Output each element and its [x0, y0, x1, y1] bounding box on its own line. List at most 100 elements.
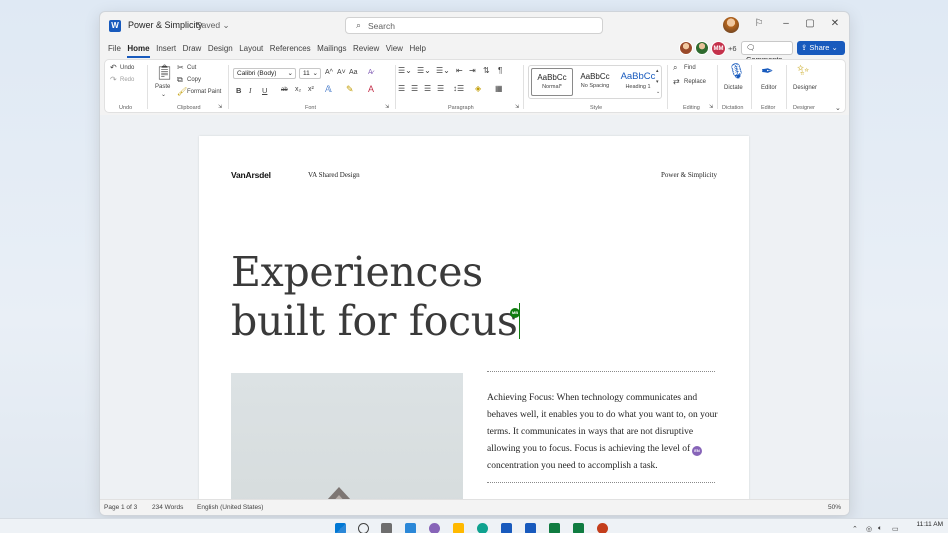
excel-taskbar-icon-2[interactable]: [573, 523, 584, 533]
tab-design[interactable]: Design: [208, 44, 233, 58]
find-button[interactable]: Find: [684, 65, 696, 71]
word-count[interactable]: 234 Words: [152, 504, 183, 511]
bullets-icon[interactable]: ☰⌄: [398, 66, 412, 75]
show-marks-icon[interactable]: ¶: [498, 66, 502, 75]
task-view-icon[interactable]: [381, 523, 392, 533]
share-button[interactable]: ⇪ Share ⌄: [797, 41, 845, 55]
tab-draw[interactable]: Draw: [183, 44, 202, 58]
collapse-ribbon-icon[interactable]: ⌄: [835, 104, 841, 112]
font-name-select[interactable]: Calibri (Body) ⌄: [233, 68, 296, 79]
underline-button[interactable]: U: [262, 86, 267, 95]
bold-button[interactable]: B: [236, 86, 241, 95]
multilevel-list-icon[interactable]: ☰⌄: [436, 66, 450, 75]
clipboard-launcher-icon[interactable]: ⇲: [218, 104, 222, 110]
numbering-icon[interactable]: ☰⌄: [417, 66, 431, 75]
cut-button[interactable]: Cut: [187, 65, 196, 71]
architecture-image[interactable]: [231, 373, 463, 501]
superscript-button[interactable]: x²: [308, 86, 314, 93]
text-effects-icon[interactable]: 𝔸: [325, 84, 332, 95]
paragraph-launcher-icon[interactable]: ⇲: [515, 104, 519, 110]
volume-icon[interactable]: 🔈︎: [878, 525, 882, 533]
feedback-icon[interactable]: ⚐: [752, 18, 766, 29]
justify-icon[interactable]: ☰: [437, 84, 444, 93]
replace-icon[interactable]: ⇄: [673, 77, 680, 86]
tab-file[interactable]: File: [108, 44, 121, 58]
search-taskbar-icon[interactable]: [358, 523, 369, 533]
format-paint-button[interactable]: Format Paint: [187, 89, 221, 95]
shrink-font-button[interactable]: A˅: [337, 69, 346, 76]
designer-wand-icon[interactable]: ✨︎: [797, 62, 809, 79]
zoom-level[interactable]: 50%: [828, 504, 841, 511]
tab-home[interactable]: Home: [127, 44, 150, 58]
increase-indent-icon[interactable]: ⇥: [469, 66, 476, 75]
redo-icon[interactable]: ↷: [110, 75, 117, 84]
subscript-button[interactable]: x₂: [295, 86, 301, 93]
start-icon[interactable]: [335, 523, 346, 533]
tab-view[interactable]: View: [386, 44, 403, 58]
tab-review[interactable]: Review: [353, 44, 379, 58]
change-case-button[interactable]: Aa: [349, 69, 358, 76]
editor-button[interactable]: Editor: [761, 85, 777, 91]
font-launcher-icon[interactable]: ⇲: [385, 104, 389, 110]
line-spacing-icon[interactable]: ↕☰: [453, 84, 464, 93]
minimize-button[interactable]: –: [779, 18, 793, 29]
word-taskbar-icon[interactable]: [525, 523, 536, 533]
font-size-select[interactable]: 11 ⌄: [299, 68, 321, 79]
clock[interactable]: 11:11 AM: [917, 521, 944, 528]
copy-icon[interactable]: ⧉: [177, 75, 183, 85]
tab-layout[interactable]: Layout: [239, 44, 263, 58]
collaborator-avatar-1[interactable]: [679, 41, 693, 55]
close-button[interactable]: ✕: [828, 18, 842, 29]
chat-icon[interactable]: [429, 523, 440, 533]
copy-button[interactable]: Copy: [187, 77, 201, 83]
grow-font-button[interactable]: A^: [325, 69, 333, 76]
clear-formatting-button[interactable]: A̷: [368, 69, 373, 76]
collaborator-avatar-2[interactable]: [695, 41, 709, 55]
redo-button[interactable]: Redo: [120, 77, 134, 83]
maximize-button[interactable]: ▢: [803, 18, 817, 29]
tab-help[interactable]: Help: [409, 44, 425, 58]
designer-button[interactable]: Designer: [793, 85, 817, 91]
styles-scroll-up-icon[interactable]: ▴: [656, 68, 659, 74]
editor-pen-icon[interactable]: ✒: [761, 62, 774, 80]
comments-button[interactable]: 🗨︎ Comments: [741, 41, 793, 64]
paste-button[interactable]: Paste: [155, 84, 170, 90]
excel-taskbar-icon[interactable]: [549, 523, 560, 533]
saved-status[interactable]: Saved ⌄: [196, 20, 230, 31]
powerpoint-taskbar-icon[interactable]: [597, 523, 608, 533]
style-heading-1[interactable]: AaBbCc Heading 1: [617, 68, 659, 96]
undo-icon[interactable]: ↶: [110, 63, 117, 72]
header-subtitle[interactable]: VA Shared Design: [308, 171, 360, 179]
tray-chevron-icon[interactable]: ⌃: [852, 525, 858, 533]
microphone-icon[interactable]: 🎙︎: [727, 62, 746, 80]
account-avatar[interactable]: [723, 17, 739, 33]
battery-icon[interactable]: ▭: [892, 525, 899, 533]
undo-button[interactable]: Undo: [120, 65, 134, 71]
find-icon[interactable]: ⌕: [673, 63, 677, 73]
styles-expand-icon[interactable]: ⌄: [656, 89, 660, 95]
document-page[interactable]: VanArsdel VA Shared Design Power & Simpl…: [199, 136, 749, 501]
replace-button[interactable]: Replace: [684, 79, 706, 85]
highlight-icon[interactable]: ✎: [346, 84, 354, 95]
cut-icon[interactable]: ✂: [177, 63, 184, 72]
tab-mailings[interactable]: Mailings: [317, 44, 346, 58]
style-no-spacing[interactable]: AaBbCc No Spacing: [574, 68, 616, 96]
page-count[interactable]: Page 1 of 3: [104, 504, 137, 511]
sort-icon[interactable]: ⇅: [483, 66, 490, 75]
dictate-button[interactable]: Dictate: [724, 85, 743, 91]
tab-insert[interactable]: Insert: [156, 44, 176, 58]
editing-launcher-icon[interactable]: ⇲: [709, 104, 713, 110]
document-canvas[interactable]: VanArsdel VA Shared Design Power & Simpl…: [100, 115, 849, 501]
more-collaborators[interactable]: +6: [728, 44, 737, 53]
paste-icon[interactable]: 📋︎: [155, 63, 174, 81]
paste-dropdown-icon[interactable]: ⌄: [161, 91, 166, 98]
edge-icon[interactable]: [477, 523, 488, 533]
body-paragraph[interactable]: Achieving Focus: When technology communi…: [487, 390, 719, 475]
headline[interactable]: Experiences built for focus: [231, 248, 521, 346]
align-center-icon[interactable]: ☰: [411, 84, 418, 93]
align-left-icon[interactable]: ☰: [398, 84, 405, 93]
widgets-icon[interactable]: [405, 523, 416, 533]
language-indicator[interactable]: English (United States): [197, 504, 263, 511]
file-explorer-icon[interactable]: [453, 523, 464, 533]
align-right-icon[interactable]: ☰: [424, 84, 431, 93]
